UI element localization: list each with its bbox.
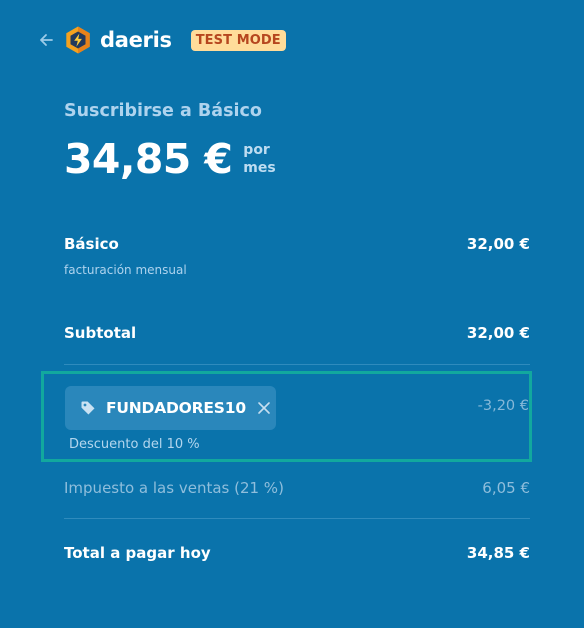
arrow-left-icon bbox=[40, 34, 53, 46]
subtotal-amount: 32,00 € bbox=[466, 324, 530, 342]
line-item: Básico 32,00 € bbox=[64, 235, 530, 253]
total-label: Total a pagar hoy bbox=[64, 544, 211, 562]
divider bbox=[64, 364, 530, 365]
period-line-1: por bbox=[243, 142, 270, 158]
line-item-description: facturación mensual bbox=[64, 263, 187, 277]
period-line-2: mes bbox=[243, 160, 276, 176]
checkout-header: daeris TEST MODE bbox=[37, 24, 286, 56]
promo-code-chip[interactable]: FUNDADORES10 bbox=[65, 386, 276, 430]
test-mode-badge: TEST MODE bbox=[190, 29, 286, 51]
subtotal-label: Subtotal bbox=[64, 324, 137, 342]
close-icon[interactable] bbox=[257, 401, 271, 415]
price-row: 34,85 € por mes bbox=[64, 133, 276, 185]
plan-title: Suscribirse a Básico bbox=[64, 101, 262, 121]
total-amount: 34,85 € bbox=[466, 544, 530, 562]
discount-description: Descuento del 10 % bbox=[69, 437, 200, 452]
line-item-name: Básico bbox=[64, 235, 119, 253]
tax-amount: 6,05 € bbox=[482, 479, 530, 497]
billing-period: por mes bbox=[243, 141, 275, 177]
tax-row: Impuesto a las ventas (21 %) 6,05 € bbox=[64, 479, 530, 497]
back-button[interactable] bbox=[37, 31, 55, 49]
tag-icon bbox=[81, 401, 95, 415]
line-item-amount: 32,00 € bbox=[466, 235, 530, 253]
total-row: Total a pagar hoy 34,85 € bbox=[64, 544, 530, 562]
daeris-logo-icon bbox=[66, 26, 90, 54]
divider bbox=[64, 518, 530, 519]
subtotal-row: Subtotal 32,00 € bbox=[64, 324, 530, 342]
promotion-code-section: FUNDADORES10 -3,20 € Descuento del 10 % bbox=[41, 371, 532, 462]
promo-code: FUNDADORES10 bbox=[106, 399, 246, 417]
total-price: 34,85 € bbox=[64, 135, 233, 183]
discount-amount: -3,20 € bbox=[477, 398, 529, 414]
tax-label: Impuesto a las ventas (21 %) bbox=[64, 479, 284, 497]
brand-name: daeris bbox=[100, 27, 172, 52]
